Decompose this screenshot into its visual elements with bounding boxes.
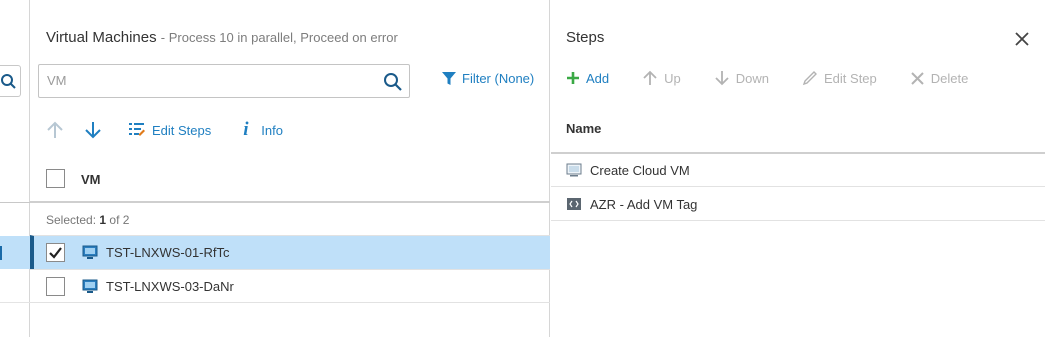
arrow-down-icon [715, 71, 729, 86]
edit-steps-button[interactable]: Edit Steps [128, 119, 211, 141]
row-checkbox[interactable] [46, 277, 65, 296]
edit-steps-label: Edit Steps [152, 122, 212, 138]
left-row-divider [0, 302, 30, 303]
table-row[interactable]: TST-LNXWS-03-DaNr [30, 269, 550, 303]
info-label: Info [261, 122, 283, 138]
checkmark-icon [49, 247, 62, 259]
arrow-down-icon [85, 122, 101, 139]
arrow-up-icon [47, 121, 63, 138]
delete-step-label: Delete [930, 70, 969, 86]
list-item[interactable]: Create Cloud VM [551, 154, 1045, 187]
pencil-icon [802, 71, 818, 86]
list-item[interactable]: AZR - Add VM Tag [551, 188, 1045, 221]
name-column-header[interactable]: Name [566, 121, 601, 136]
row-checkbox[interactable] [46, 243, 65, 262]
vm-search-input[interactable] [47, 73, 367, 88]
vm-panel-title-text: Virtual Machines [46, 29, 157, 46]
steps-panel-title: Steps [566, 29, 605, 46]
vm-icon [82, 245, 98, 259]
delete-step-button[interactable]: Delete [910, 70, 969, 86]
filter-icon [442, 71, 456, 85]
selection-prefix: Selected: [46, 213, 100, 227]
left-row-marker [0, 246, 2, 260]
left-header-divider [0, 202, 30, 203]
vm-column-header[interactable]: VM [81, 172, 101, 187]
vm-name: TST-LNXWS-01-RfTc [106, 245, 230, 260]
step-down-button[interactable]: Down [714, 70, 769, 86]
filter-button[interactable]: Filter (None) [442, 71, 534, 86]
vm-icon [82, 279, 98, 293]
add-step-button[interactable]: Add [566, 71, 609, 86]
left-search-button[interactable] [0, 65, 21, 97]
step-down-label: Down [735, 70, 770, 86]
steps-panel: Steps Add Up Down Edit Step Delete Name … [551, 0, 1045, 337]
plus-icon [567, 72, 579, 84]
left-selected-row[interactable] [0, 236, 30, 269]
vm-name: TST-LNXWS-03-DaNr [106, 279, 234, 294]
vm-panel-title: Virtual Machines - Process 10 in paralle… [46, 29, 398, 46]
search-icon[interactable] [383, 72, 403, 92]
add-step-label: Add [586, 70, 610, 86]
steps-toolbar: Add Up Down Edit Step Delete [566, 70, 1001, 86]
delete-x-icon [911, 71, 924, 85]
virtual-machines-panel: Virtual Machines - Process 10 in paralle… [30, 0, 550, 337]
move-up-button[interactable] [46, 119, 64, 141]
script-icon [567, 198, 581, 210]
info-button[interactable]: i Info [243, 119, 283, 141]
left-panel-stub [0, 0, 30, 337]
vm-toolbar: Edit Steps i Info [46, 119, 303, 141]
close-icon[interactable] [1015, 32, 1029, 46]
edit-step-label: Edit Step [824, 70, 877, 86]
steps-table-header: Name [551, 108, 1045, 154]
arrow-up-icon [643, 70, 657, 85]
select-all-checkbox[interactable] [46, 169, 65, 188]
step-name: Create Cloud VM [590, 163, 690, 178]
step-name: AZR - Add VM Tag [590, 197, 698, 212]
step-up-label: Up [664, 70, 681, 86]
vm-search-field[interactable] [38, 64, 410, 98]
search-icon [1, 74, 16, 89]
table-row[interactable]: TST-LNXWS-01-RfTc [30, 235, 550, 269]
edit-step-button[interactable]: Edit Step [802, 70, 877, 86]
step-up-button[interactable]: Up [642, 70, 681, 86]
move-down-button[interactable] [84, 119, 102, 141]
vm-panel-subtitle: - Process 10 in parallel, Proceed on err… [160, 30, 398, 45]
info-icon: i [243, 119, 249, 140]
filter-label: Filter (None) [462, 71, 535, 86]
selection-summary: Selected: 1 of 2 [46, 213, 129, 227]
edit-steps-icon [129, 123, 145, 136]
vm-table-header: VM [30, 160, 550, 203]
selection-suffix: of 2 [106, 213, 130, 227]
cloud-vm-icon [566, 163, 582, 177]
